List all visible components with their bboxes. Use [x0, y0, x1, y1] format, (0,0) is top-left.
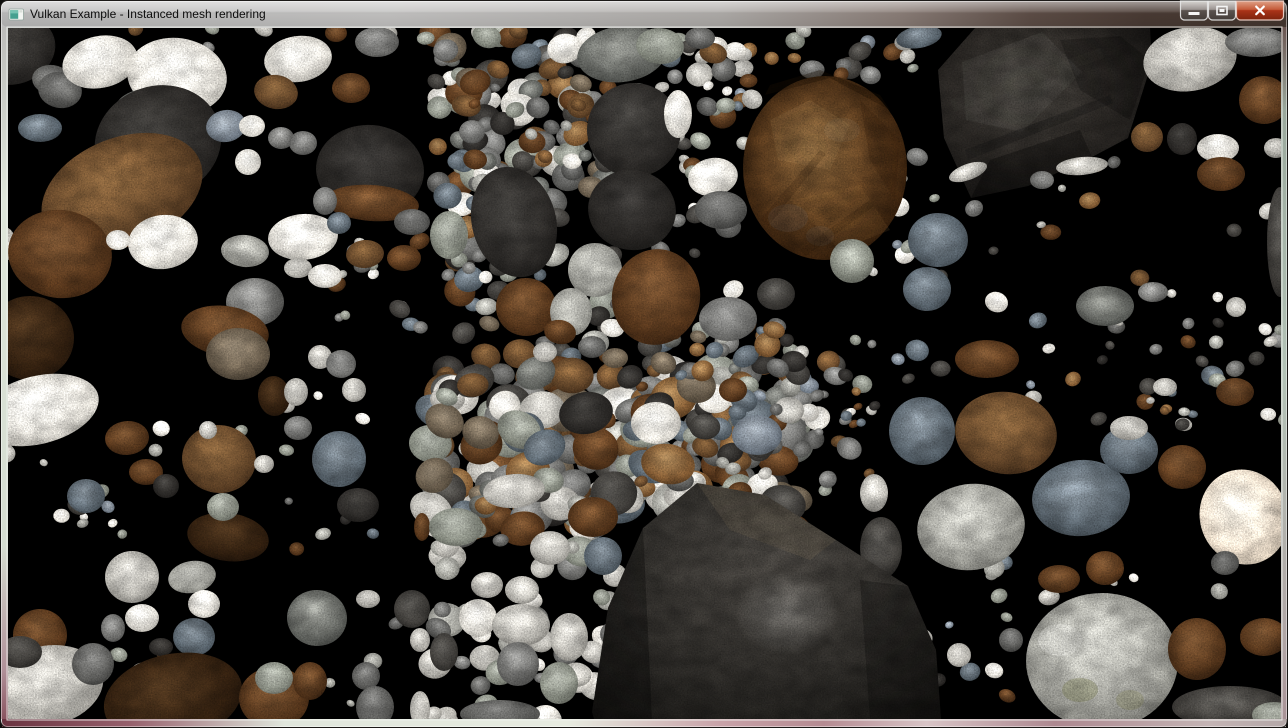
svg-text:Vulkan Example - Instanced mes: Vulkan Example - Instanced mesh renderin… — [30, 7, 266, 21]
